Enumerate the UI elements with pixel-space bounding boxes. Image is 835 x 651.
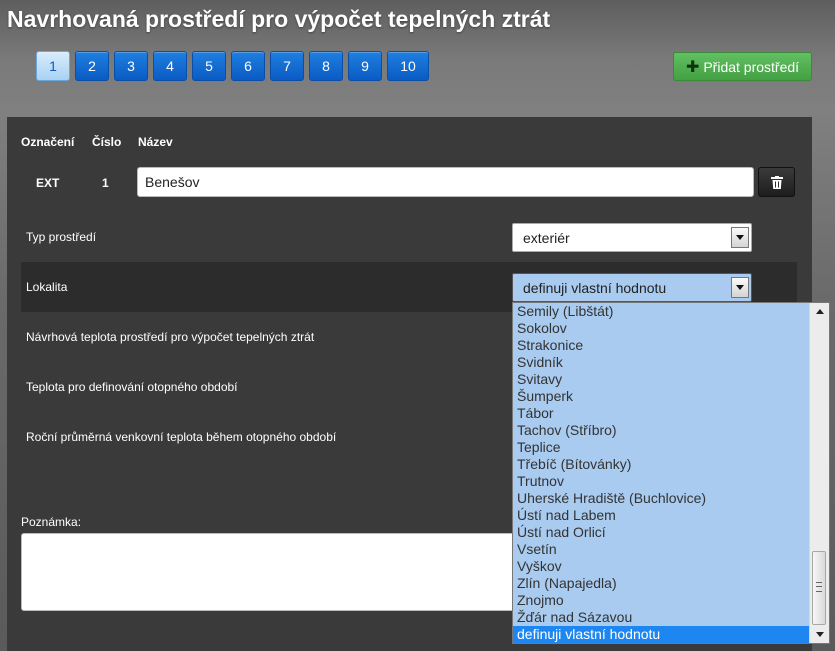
column-header-number: Číslo (92, 135, 122, 149)
page-button-9[interactable]: 9 (348, 51, 382, 81)
column-header-name: Název (138, 135, 173, 149)
dropdown-option[interactable]: Teplice (513, 439, 810, 456)
page-button-3[interactable]: 3 (114, 51, 148, 81)
heating-temp-label: Teplota pro definování otopného období (26, 380, 238, 394)
dropdown-option[interactable]: Strakonice (513, 337, 810, 354)
env-type-label: Typ prostředí (26, 230, 97, 244)
locality-label: Lokalita (26, 280, 68, 294)
dropdown-option[interactable]: Trutnov (513, 473, 810, 490)
add-environment-button[interactable]: ✚ Přidat prostředí (673, 52, 812, 81)
name-input[interactable] (137, 167, 754, 197)
dropdown-option[interactable]: Znojmo (513, 592, 810, 609)
note-textarea[interactable] (21, 533, 516, 611)
locality-select[interactable]: definuji vlastní hodnotu (512, 273, 752, 302)
page-button-6[interactable]: 6 (231, 51, 265, 81)
add-environment-label: Přidat prostředí (703, 58, 800, 75)
scrollbar-thumb[interactable] (812, 551, 826, 625)
dropdown-scrollbar[interactable] (809, 303, 829, 643)
dropdown-option[interactable]: Vyškov (513, 558, 810, 575)
column-header-designation: Označení (21, 135, 75, 149)
dropdown-option[interactable]: Ústí nad Orlicí (513, 524, 810, 541)
env-type-value: exteriér (523, 229, 570, 246)
delete-environment-button[interactable] (758, 167, 795, 197)
dropdown-option[interactable]: Svidník (513, 354, 810, 371)
scroll-down-icon[interactable] (810, 626, 829, 643)
dropdown-option[interactable]: Vsetín (513, 541, 810, 558)
scroll-up-icon[interactable] (810, 303, 829, 320)
dropdown-option[interactable]: definuji vlastní hodnotu (513, 626, 810, 643)
locality-value: definuji vlastní hodnotu (523, 279, 667, 296)
dropdown-option[interactable]: Svitavy (513, 371, 810, 388)
page-button-8[interactable]: 8 (309, 51, 343, 81)
dropdown-option[interactable]: Sokolov (513, 320, 810, 337)
pagination: 1 2 3 4 5 6 7 8 9 10 (36, 51, 434, 81)
dropdown-option[interactable]: Tachov (Stříbro) (513, 422, 810, 439)
page-button-4[interactable]: 4 (153, 51, 187, 81)
dropdown-option[interactable]: Semily (Libštát) (513, 303, 810, 320)
locality-dropdown-list: Semily (Libštát) Sokolov Strakonice Svidník… (512, 302, 830, 644)
dropdown-option[interactable]: Ústí nad Labem (513, 507, 810, 524)
env-type-select[interactable]: exteriér (512, 223, 752, 252)
page-title: Navrhovaná prostředí pro výpočet tepelný… (7, 6, 551, 32)
page-button-2[interactable]: 2 (75, 51, 109, 81)
dropdown-option[interactable]: Zlín (Napajedla) (513, 575, 810, 592)
chevron-down-icon (731, 277, 749, 298)
avg-temp-label: Roční průměrná venkovní teplota během ot… (26, 430, 337, 444)
page-button-7[interactable]: 7 (270, 51, 304, 81)
dropdown-option[interactable]: Uherské Hradiště (Buchlovice) (513, 490, 810, 507)
trash-icon (770, 175, 783, 189)
dropdown-options: Semily (Libštát) Sokolov Strakonice Svidník… (513, 303, 810, 643)
row-designation: EXT (36, 176, 60, 190)
chevron-down-icon (731, 227, 749, 248)
page-button-5[interactable]: 5 (192, 51, 226, 81)
page-button-1[interactable]: 1 (36, 51, 70, 81)
design-temp-label: Návrhová teplota prostředí pro výpočet t… (26, 330, 315, 344)
row-number: 1 (102, 176, 109, 190)
dropdown-option[interactable]: Šumperk (513, 388, 810, 405)
plus-icon: ✚ (685, 58, 700, 76)
note-label: Poznámka: (21, 515, 82, 529)
dropdown-option[interactable]: Žďár nad Sázavou (513, 609, 810, 626)
dropdown-option[interactable]: Tábor (513, 405, 810, 422)
page-button-10[interactable]: 10 (387, 51, 429, 81)
dropdown-option[interactable]: Třebíč (Bítovánky) (513, 456, 810, 473)
